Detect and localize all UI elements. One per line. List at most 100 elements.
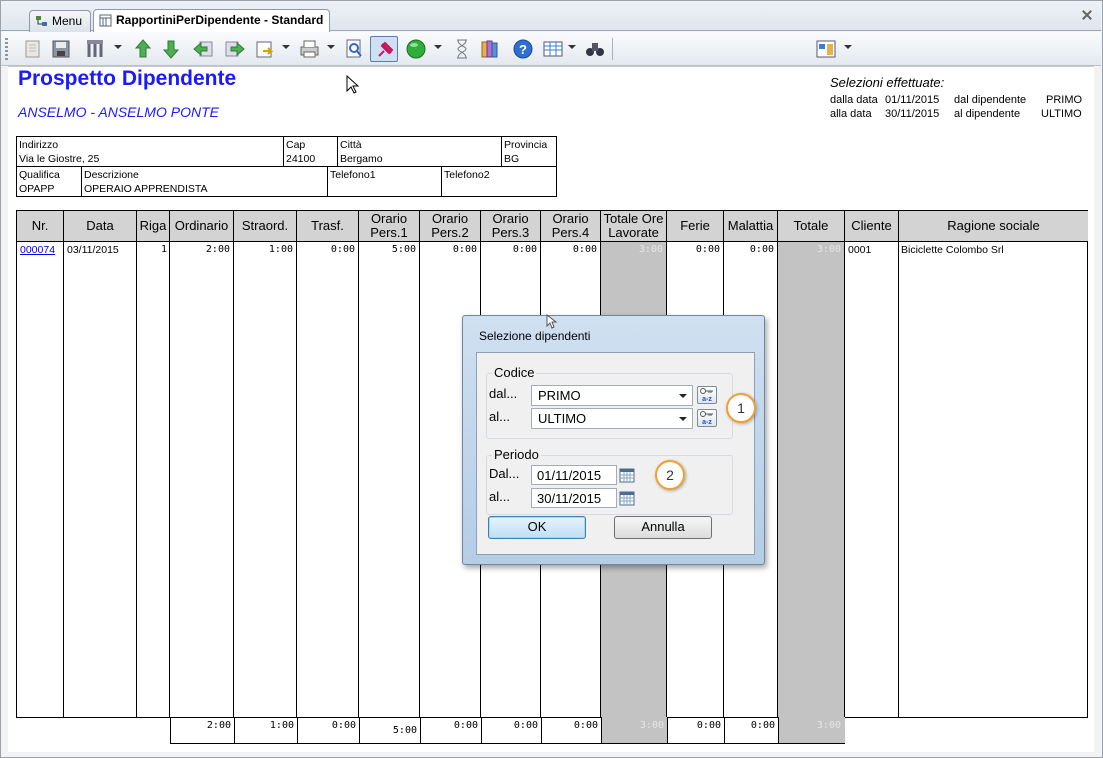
tools-icon[interactable] (83, 37, 107, 61)
column-body (17, 242, 64, 718)
tab-rapportini[interactable]: RapportiniPerDipendente - Standard (93, 9, 330, 33)
column-header: Malattia (724, 211, 778, 242)
totals-cell: 0:00 (482, 717, 542, 743)
column-header: Cliente (845, 211, 899, 242)
to-employee-label: al dipendente (954, 108, 1021, 120)
report-title: Prospetto Dipendente (18, 67, 237, 90)
cursor-icon (346, 75, 360, 94)
help-icon[interactable]: ? (511, 37, 535, 61)
lookup-az-button[interactable]: a-z (697, 386, 717, 404)
totals-cell-shaded: 3:00 (602, 717, 668, 743)
total-ordinario: 2:00 (206, 720, 231, 731)
totals-cell: 0:00 (542, 717, 602, 743)
total-ferie: 0:00 (696, 720, 721, 731)
dal-codice-combo[interactable]: PRIMO (531, 385, 693, 406)
tools-dropdown-arrow[interactable] (114, 45, 122, 49)
column-header: Straord. (234, 211, 297, 242)
tab-bar: Menu RapportiniPerDipendente - Standard (1, 1, 1101, 33)
arrow-down-icon[interactable] (159, 37, 183, 61)
city-cell: Città Bergamo (338, 137, 502, 167)
toolbar: ? (1, 32, 1101, 66)
row-straordinario: 1:00 (268, 244, 293, 255)
from-date-label: dalla data (830, 94, 878, 106)
row-pers1: 5:00 (391, 244, 416, 255)
column-header: Totale Ore Lavorate (601, 211, 667, 242)
tab-menu[interactable]: Menu (29, 10, 91, 32)
periodo-group-label: Periodo (492, 447, 541, 462)
binoculars-icon[interactable] (583, 37, 607, 61)
codice-group (486, 373, 733, 439)
dal-label: dal... (489, 386, 518, 401)
svg-text:a-z: a-z (702, 396, 712, 403)
row-pers3: 0:00 (512, 244, 537, 255)
column-header: Nr. (17, 211, 64, 242)
tab-rapportini-label: RapportiniPerDipendente - Standard (116, 13, 324, 27)
grid-icon[interactable] (541, 37, 565, 61)
from-employee-label: dal dipendente (954, 94, 1027, 106)
from-employee-value: PRIMO (1046, 94, 1083, 106)
row-date: 03/11/2015 (67, 244, 119, 256)
print-dropdown-arrow[interactable] (327, 45, 335, 49)
al-date-label: al... (489, 489, 510, 504)
phone2-cell: Telefono2 (444, 169, 490, 181)
employee-name: ANSELMO - ANSELMO PONTE (18, 104, 219, 120)
chevron-down-icon[interactable] (679, 417, 687, 421)
column-header: Orario Pers.3 (481, 211, 541, 242)
close-icon[interactable] (1081, 9, 1093, 21)
new-document-icon[interactable] (21, 37, 45, 61)
column-body (297, 242, 359, 718)
key-az-icon: a-z (700, 388, 713, 403)
total-pers4: 0:00 (573, 720, 598, 731)
row-nr-link[interactable]: 000074 (20, 244, 55, 256)
export-icon[interactable] (253, 37, 277, 61)
column-body (845, 242, 899, 718)
column-body-shaded (778, 242, 845, 718)
highlight-button[interactable] (370, 36, 398, 62)
row-totale: 3:00 (816, 244, 841, 255)
status-dropdown-arrow[interactable] (434, 45, 442, 49)
grid-dropdown-arrow[interactable] (568, 45, 576, 49)
row-ordinario: 2:00 (205, 244, 230, 255)
print-icon[interactable] (297, 37, 321, 61)
al-codice-combo[interactable]: ULTIMO (531, 408, 693, 429)
total-pers1: 5:00 (392, 725, 417, 736)
column-header: Ordinario (170, 211, 234, 242)
arrow-up-icon[interactable] (131, 37, 155, 61)
hourglass-icon[interactable] (450, 37, 474, 61)
column-header: Ferie (667, 211, 724, 242)
ok-button[interactable]: OK (488, 516, 586, 539)
annotation-callout-1: 1 (726, 393, 756, 423)
preview-icon[interactable] (342, 37, 366, 61)
green-status-icon[interactable] (404, 37, 428, 61)
from-date-value: 01/11/2015 (885, 94, 940, 106)
toolbar-grip[interactable] (5, 38, 8, 60)
column-header: Totale (778, 211, 845, 242)
books-icon[interactable] (478, 37, 502, 61)
arrow-right-icon[interactable] (223, 37, 247, 61)
calendar-icon[interactable] (619, 490, 635, 506)
arrow-left-icon[interactable] (191, 37, 215, 61)
codice-group-label: Codice (492, 365, 537, 380)
calendar-icon[interactable] (619, 467, 635, 483)
chevron-down-icon[interactable] (679, 394, 687, 398)
to-employee-value: ULTIMO (1041, 108, 1082, 120)
export-dropdown-arrow[interactable] (282, 45, 290, 49)
column-body (234, 242, 297, 718)
layout-icon[interactable] (814, 37, 838, 61)
selections-heading: Selezioni effettuate: (830, 75, 945, 90)
totals-cell: 0:00 (421, 717, 482, 743)
qualification-cell: Qualifica OPAPP (17, 167, 82, 197)
lookup-az-button[interactable]: a-z (697, 409, 717, 427)
total-malattia: 0:00 (750, 720, 775, 731)
dialog-body: Codice dal... PRIMO a-z al... ULTIMO a-z… (476, 352, 755, 555)
to-date-value: 30/11/2015 (885, 108, 940, 120)
column-body (359, 242, 420, 718)
svg-text:?: ? (519, 42, 527, 57)
totals-cell: 1:00 (235, 717, 298, 743)
cancel-button[interactable]: Annulla (614, 516, 712, 539)
layout-dropdown-arrow[interactable] (844, 45, 852, 49)
save-icon[interactable] (49, 37, 73, 61)
al-date-input[interactable]: 30/11/2015 (531, 488, 617, 508)
total-trasferta: 0:00 (331, 720, 356, 731)
dal-date-input[interactable]: 01/11/2015 (531, 465, 617, 485)
